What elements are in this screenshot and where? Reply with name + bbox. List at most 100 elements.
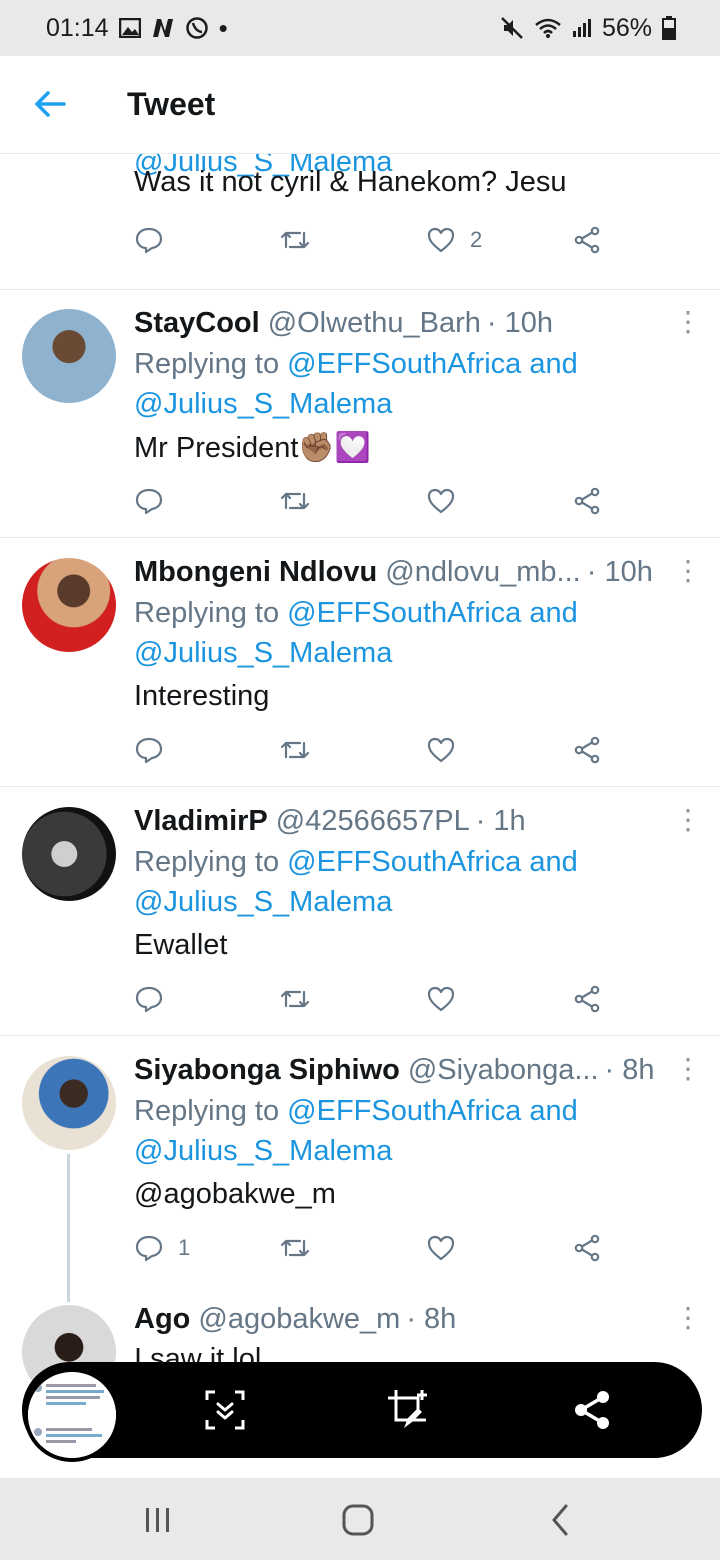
back-arrow-icon[interactable] — [32, 86, 68, 122]
share-button[interactable] — [572, 481, 602, 521]
clock: 01:14 — [46, 13, 109, 42]
reply-button[interactable] — [134, 220, 164, 260]
retweet-button[interactable] — [280, 481, 310, 521]
reply-feed[interactable]: @Julius_S_Malema Was it not cyril & Hane… — [0, 154, 720, 1390]
scroll-capture-icon[interactable] — [203, 1388, 247, 1432]
tweet[interactable]: StayCool @Olwethu_Barh · 10h ⋮ Replying … — [0, 289, 720, 538]
handle[interactable]: @42566657PL — [276, 805, 470, 838]
recent-apps-icon[interactable] — [137, 1502, 177, 1538]
replying-to: Replying to @EFFSouthAfrica and @Julius_… — [134, 597, 578, 669]
back-nav-icon[interactable] — [540, 1502, 580, 1538]
mention-link[interactable]: @Julius_S_Malema — [134, 637, 392, 669]
handle[interactable]: @Olwethu_Barh — [268, 307, 481, 340]
retweet-button[interactable] — [280, 220, 310, 260]
tweet-text: Interesting — [134, 680, 270, 712]
status-right: 56% — [500, 14, 676, 43]
like-button[interactable] — [426, 979, 456, 1019]
tweet-header: Mbongeni Ndlovu @ndlovu_mb... · 10h — [134, 556, 664, 589]
tweet-actions: 2 — [134, 220, 614, 260]
tweet-text[interactable]: @agobakwe_m — [134, 1178, 336, 1211]
reply-button[interactable] — [134, 979, 164, 1019]
handle[interactable]: @Siyabonga... — [408, 1054, 599, 1087]
retweet-icon — [280, 1239, 310, 1257]
status-left: 01:14 • — [46, 13, 228, 44]
avatar[interactable] — [22, 1056, 116, 1150]
like-button[interactable] — [426, 1228, 456, 1268]
display-name[interactable]: Ago — [134, 1303, 190, 1336]
display-name[interactable]: VladimirP — [134, 805, 268, 838]
tweet-header: VladimirP @42566657PL · 1h — [134, 805, 664, 838]
tweet-actions — [134, 730, 614, 770]
tweet-actions: 1 — [134, 1228, 614, 1268]
avatar[interactable] — [22, 309, 116, 403]
n-notification-icon — [152, 19, 173, 37]
mention-link[interactable]: @Julius_S_Malema — [134, 388, 392, 420]
like-button[interactable]: 2 — [426, 220, 482, 260]
share-icon[interactable] — [570, 1388, 614, 1432]
tweet-text: Ewallet — [134, 929, 228, 961]
more-options-icon[interactable]: ⋮ — [674, 556, 702, 590]
tweet[interactable]: VladimirP @42566657PL · 1h ⋮ Replying to… — [0, 787, 720, 1036]
retweet-icon — [280, 231, 310, 249]
heart-icon — [427, 1235, 455, 1261]
reply-icon — [135, 737, 163, 764]
timestamp: · 10h — [586, 556, 653, 588]
tweet-header: Siyabonga Siphiwo @Siyabonga... · 8h — [134, 1054, 664, 1087]
avatar[interactable] — [22, 807, 116, 901]
share-button[interactable] — [572, 730, 602, 770]
more-options-icon[interactable]: ⋮ — [674, 307, 702, 341]
replying-to: Replying to @EFFSouthAfrica and @Julius_… — [134, 348, 578, 420]
heart-icon — [427, 986, 455, 1012]
reply-icon — [135, 986, 163, 1013]
reply-button[interactable]: 1 — [134, 1228, 190, 1268]
retweet-button[interactable] — [280, 979, 310, 1019]
timestamp: · 10h — [486, 307, 554, 339]
reply-icon — [135, 488, 163, 515]
crop-edit-icon[interactable] — [386, 1388, 430, 1432]
display-name[interactable]: Siyabonga Siphiwo — [134, 1054, 400, 1087]
reply-button[interactable] — [134, 481, 164, 521]
share-button[interactable] — [572, 979, 602, 1019]
share-button[interactable] — [572, 220, 602, 260]
share-button[interactable] — [572, 1228, 602, 1268]
system-nav-bar — [0, 1478, 720, 1560]
notification-dot: • — [218, 12, 228, 43]
tweet[interactable]: @Julius_S_Malema Was it not cyril & Hane… — [0, 154, 720, 290]
battery-percent: 56% — [601, 13, 652, 42]
more-options-icon[interactable]: ⋮ — [674, 1303, 702, 1337]
handle[interactable]: @agobakwe_m — [198, 1303, 400, 1336]
mention-link[interactable]: @EFFSouthAfrica — [287, 348, 521, 380]
more-options-icon[interactable]: ⋮ — [674, 805, 702, 839]
mention-link[interactable]: @EFFSouthAfrica — [287, 597, 521, 629]
more-options-icon[interactable]: ⋮ — [674, 1054, 702, 1088]
display-name[interactable]: StayCool — [134, 307, 260, 340]
retweet-button[interactable] — [280, 1228, 310, 1268]
whatsapp-icon — [185, 17, 208, 39]
tweet[interactable]: Siyabonga Siphiwo @Siyabonga... · 8h ⋮ R… — [0, 1036, 720, 1302]
retweet-button[interactable] — [280, 730, 310, 770]
reply-count: 1 — [178, 1235, 191, 1260]
share-icon — [574, 736, 600, 764]
app-header: Tweet — [0, 56, 720, 154]
home-icon[interactable] — [338, 1502, 378, 1538]
retweet-icon — [280, 990, 310, 1008]
mention-link[interactable]: @EFFSouthAfrica — [287, 846, 521, 878]
screenshot-thumbnail[interactable] — [24, 1368, 120, 1462]
avatar[interactable] — [22, 558, 116, 652]
mention-link[interactable]: @Julius_S_Malema — [134, 1135, 392, 1167]
tweet-text: Was it not cyril & Hanekom? Jesu — [134, 166, 567, 198]
thumbnail-preview-icon — [28, 1372, 116, 1458]
like-button[interactable] — [426, 481, 456, 521]
mention-link[interactable]: @EFFSouthAfrica — [287, 1095, 521, 1127]
reply-button[interactable] — [134, 730, 164, 770]
heart-icon — [427, 488, 455, 514]
tweet-text: Mr President✊🏽💟 — [134, 432, 371, 464]
tweet[interactable]: Mbongeni Ndlovu @ndlovu_mb... · 10h ⋮ Re… — [0, 538, 720, 787]
mention-link[interactable]: @Julius_S_Malema — [134, 886, 392, 918]
display-name[interactable]: Mbongeni Ndlovu — [134, 556, 377, 589]
like-button[interactable] — [426, 730, 456, 770]
handle[interactable]: @ndlovu_mb... — [385, 556, 580, 589]
share-icon — [574, 487, 600, 515]
wifi-icon — [535, 18, 561, 38]
like-count: 2 — [470, 227, 483, 252]
